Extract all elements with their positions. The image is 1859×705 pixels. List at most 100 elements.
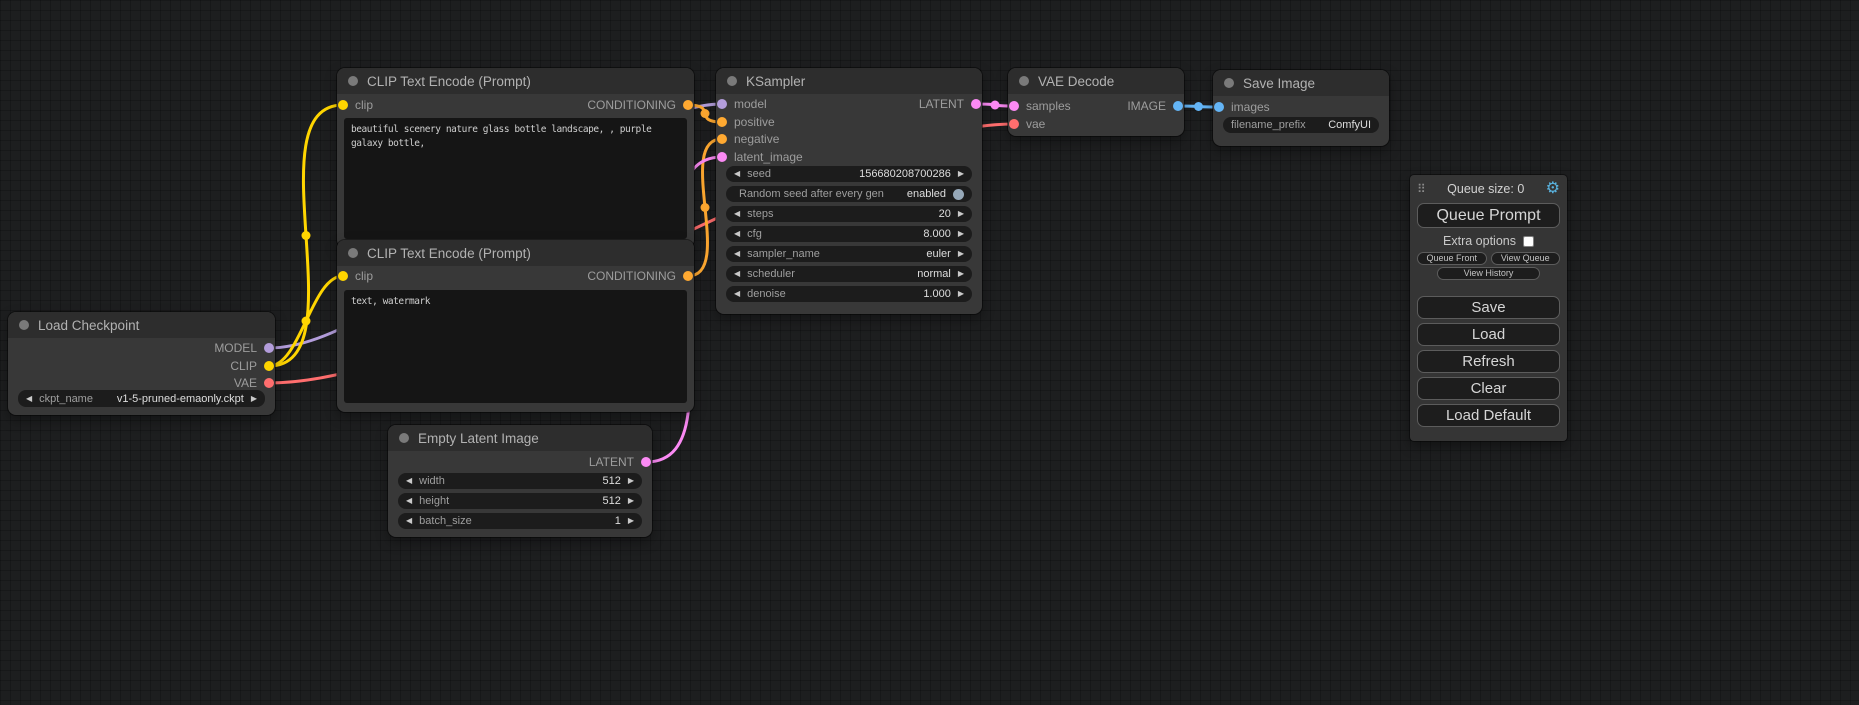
widget-value: v1-5-pruned-emaonly.ckpt <box>117 393 244 405</box>
output-port-vae[interactable]: VAE <box>234 376 274 390</box>
positive-prompt-textarea[interactable]: beautiful scenery nature glass bottle la… <box>344 118 687 239</box>
arrow-right-icon[interactable]: ▶ <box>958 210 964 218</box>
vae-port-dot[interactable] <box>1009 119 1019 129</box>
arrow-right-icon[interactable]: ▶ <box>958 250 964 258</box>
arrow-right-icon[interactable]: ▶ <box>628 477 634 485</box>
load-button[interactable]: Load <box>1417 323 1560 346</box>
output-port-model[interactable]: MODEL <box>214 341 274 355</box>
input-port-vae[interactable]: vae <box>1009 117 1045 131</box>
input-port-model[interactable]: model <box>717 97 767 111</box>
node-vae-decode[interactable]: VAE Decode samples vae IMAGE <box>1008 68 1184 136</box>
latent-port-dot[interactable] <box>717 152 727 162</box>
node-title-bar[interactable]: Empty Latent Image <box>388 425 652 451</box>
batch-size-widget[interactable]: ◀ batch_size 1 ▶ <box>398 513 642 529</box>
port-label: LATENT <box>919 97 964 111</box>
view-history-button[interactable]: View History <box>1437 267 1540 280</box>
graph-canvas[interactable]: Load Checkpoint MODEL CLIP VAE ◀ ckpt_na… <box>0 0 1859 705</box>
view-queue-button[interactable]: View Queue <box>1491 252 1561 265</box>
filename-prefix-widget[interactable]: filename_prefix ComfyUI <box>1223 117 1379 133</box>
arrow-left-icon[interactable]: ◀ <box>734 250 740 258</box>
node-load-checkpoint[interactable]: Load Checkpoint MODEL CLIP VAE ◀ ckpt_na… <box>8 312 275 415</box>
seed-widget[interactable]: ◀ seed 156680208700286 ▶ <box>726 166 972 182</box>
node-clip-text-encode-positive[interactable]: CLIP Text Encode (Prompt) clip CONDITION… <box>337 68 694 248</box>
clear-button[interactable]: Clear <box>1417 377 1560 400</box>
arrow-left-icon[interactable]: ◀ <box>406 497 412 505</box>
node-title-bar[interactable]: CLIP Text Encode (Prompt) <box>337 240 694 266</box>
output-port-clip[interactable]: CLIP <box>230 359 274 373</box>
node-empty-latent-image[interactable]: Empty Latent Image LATENT ◀ width 512 ▶ … <box>388 425 652 537</box>
output-port-conditioning[interactable]: CONDITIONING <box>587 269 693 283</box>
arrow-right-icon[interactable]: ▶ <box>958 230 964 238</box>
clip-port-dot[interactable] <box>338 271 348 281</box>
toggle-knob[interactable] <box>953 189 964 200</box>
node-title-bar[interactable]: CLIP Text Encode (Prompt) <box>337 68 694 94</box>
output-port-image[interactable]: IMAGE <box>1127 99 1183 113</box>
load-default-button[interactable]: Load Default <box>1417 404 1560 427</box>
height-widget[interactable]: ◀ height 512 ▶ <box>398 493 642 509</box>
extra-options-checkbox[interactable] <box>1523 236 1534 247</box>
conditioning-port-dot[interactable] <box>717 117 727 127</box>
node-title-bar[interactable]: Load Checkpoint <box>8 312 275 338</box>
node-clip-text-encode-negative[interactable]: CLIP Text Encode (Prompt) clip CONDITION… <box>337 240 694 412</box>
cfg-widget[interactable]: ◀ cfg 8.000 ▶ <box>726 226 972 242</box>
node-ksampler[interactable]: KSampler model positive negative latent_… <box>716 68 982 314</box>
latent-port-dot[interactable] <box>971 99 981 109</box>
arrow-left-icon[interactable]: ◀ <box>734 170 740 178</box>
node-title-bar[interactable]: VAE Decode <box>1008 68 1184 94</box>
save-button[interactable]: Save <box>1417 296 1560 319</box>
arrow-right-icon[interactable]: ▶ <box>628 497 634 505</box>
input-port-negative[interactable]: negative <box>717 132 779 146</box>
vae-port-dot[interactable] <box>264 378 274 388</box>
sampler-name-widget[interactable]: ◀ sampler_name euler ▶ <box>726 246 972 262</box>
settings-gear-icon[interactable]: ⚙ <box>1546 181 1560 197</box>
latent-port-dot[interactable] <box>1009 101 1019 111</box>
latent-port-dot[interactable] <box>641 457 651 467</box>
arrow-right-icon[interactable]: ▶ <box>958 170 964 178</box>
arrow-right-icon[interactable]: ▶ <box>958 290 964 298</box>
output-port-conditioning[interactable]: CONDITIONING <box>587 98 693 112</box>
input-port-latent-image[interactable]: latent_image <box>717 150 803 164</box>
panel-drag-handle-icon[interactable]: ⠿ <box>1417 182 1426 196</box>
input-port-images[interactable]: images <box>1214 100 1270 114</box>
arrow-left-icon[interactable]: ◀ <box>734 230 740 238</box>
refresh-button[interactable]: Refresh <box>1417 350 1560 373</box>
node-title-bar[interactable]: KSampler <box>716 68 982 94</box>
clip-port-dot[interactable] <box>338 100 348 110</box>
queue-front-button[interactable]: Queue Front <box>1417 252 1487 265</box>
image-port-dot[interactable] <box>1173 101 1183 111</box>
arrow-right-icon[interactable]: ▶ <box>958 270 964 278</box>
ckpt-name-widget[interactable]: ◀ ckpt_name v1-5-pruned-emaonly.ckpt ▶ <box>18 390 265 407</box>
arrow-left-icon[interactable]: ◀ <box>734 290 740 298</box>
conditioning-port-dot[interactable] <box>683 271 693 281</box>
image-port-dot[interactable] <box>1214 102 1224 112</box>
node-save-image[interactable]: Save Image images filename_prefix ComfyU… <box>1213 70 1389 146</box>
conditioning-port-dot[interactable] <box>683 100 693 110</box>
conditioning-port-dot[interactable] <box>717 134 727 144</box>
input-port-clip[interactable]: clip <box>338 98 373 112</box>
output-port-latent[interactable]: LATENT <box>919 97 981 111</box>
clip-port-dot[interactable] <box>264 361 274 371</box>
scheduler-widget[interactable]: ◀ scheduler normal ▶ <box>726 266 972 282</box>
steps-widget[interactable]: ◀ steps 20 ▶ <box>726 206 972 222</box>
output-port-latent[interactable]: LATENT <box>589 455 651 469</box>
queue-panel-header: ⠿ Queue size: 0 ⚙ <box>1417 179 1560 199</box>
input-port-positive[interactable]: positive <box>717 115 775 129</box>
arrow-left-icon[interactable]: ◀ <box>734 210 740 218</box>
model-port-dot[interactable] <box>264 343 274 353</box>
width-widget[interactable]: ◀ width 512 ▶ <box>398 473 642 489</box>
arrow-left-icon[interactable]: ◀ <box>406 477 412 485</box>
input-port-clip[interactable]: clip <box>338 269 373 283</box>
arrow-left-icon[interactable]: ◀ <box>406 517 412 525</box>
random-seed-toggle-widget[interactable]: Random seed after every gen enabled <box>726 186 972 202</box>
arrow-left-icon[interactable]: ◀ <box>734 270 740 278</box>
negative-prompt-textarea[interactable]: text, watermark <box>344 290 687 403</box>
denoise-widget[interactable]: ◀ denoise 1.000 ▶ <box>726 286 972 302</box>
input-port-samples[interactable]: samples <box>1009 99 1071 113</box>
queue-panel: ⠿ Queue size: 0 ⚙ Queue Prompt Extra opt… <box>1410 175 1567 441</box>
model-port-dot[interactable] <box>717 99 727 109</box>
queue-prompt-button[interactable]: Queue Prompt <box>1417 203 1560 228</box>
arrow-left-icon[interactable]: ◀ <box>26 395 32 403</box>
arrow-right-icon[interactable]: ▶ <box>251 395 257 403</box>
node-title-bar[interactable]: Save Image <box>1213 70 1389 96</box>
arrow-right-icon[interactable]: ▶ <box>628 517 634 525</box>
